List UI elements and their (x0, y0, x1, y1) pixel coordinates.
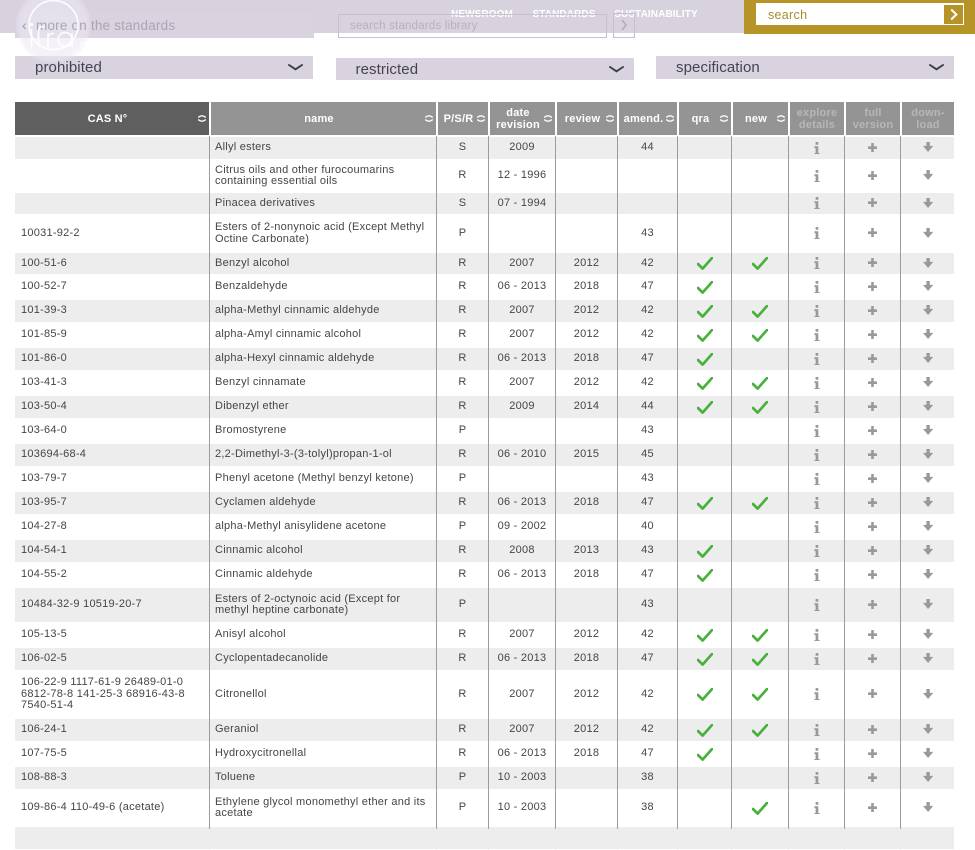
svg-text:TM: TM (79, 42, 87, 48)
